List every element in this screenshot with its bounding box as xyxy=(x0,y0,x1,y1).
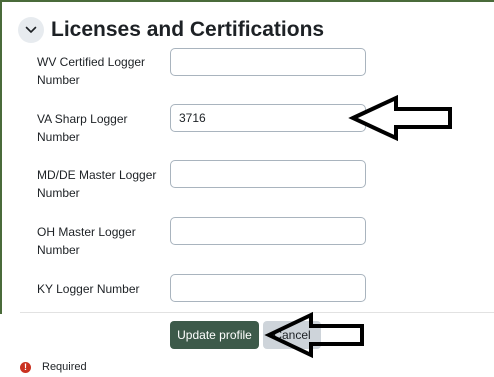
annotation-arrow-icon xyxy=(264,311,364,359)
mdde-logger-label: MD/DE Master Logger Number xyxy=(37,168,157,200)
required-legend: ! Required xyxy=(20,361,87,373)
update-profile-button[interactable]: Update profile xyxy=(170,321,259,349)
form-divider xyxy=(20,312,494,313)
exclamation-circle-icon: ! xyxy=(20,361,31,373)
mdde-logger-input[interactable] xyxy=(170,160,366,188)
oh-logger-label: OH Master Logger Number xyxy=(37,225,136,257)
required-text: Required xyxy=(42,361,87,373)
chevron-down-icon[interactable] xyxy=(18,17,44,43)
ky-logger-input[interactable] xyxy=(170,274,366,302)
section-title: Licenses and Certifications xyxy=(51,18,325,41)
oh-logger-input[interactable] xyxy=(170,217,366,245)
annotation-arrow-icon xyxy=(348,94,452,142)
va-logger-label: VA Sharp Logger Number xyxy=(37,112,128,144)
wv-logger-label: WV Certified Logger Number xyxy=(37,55,146,87)
ky-logger-label: KY Logger Number xyxy=(37,282,140,296)
va-logger-input[interactable] xyxy=(170,104,366,132)
section-header[interactable]: Licenses and Certifications xyxy=(18,14,324,46)
wv-logger-input[interactable] xyxy=(170,48,366,76)
